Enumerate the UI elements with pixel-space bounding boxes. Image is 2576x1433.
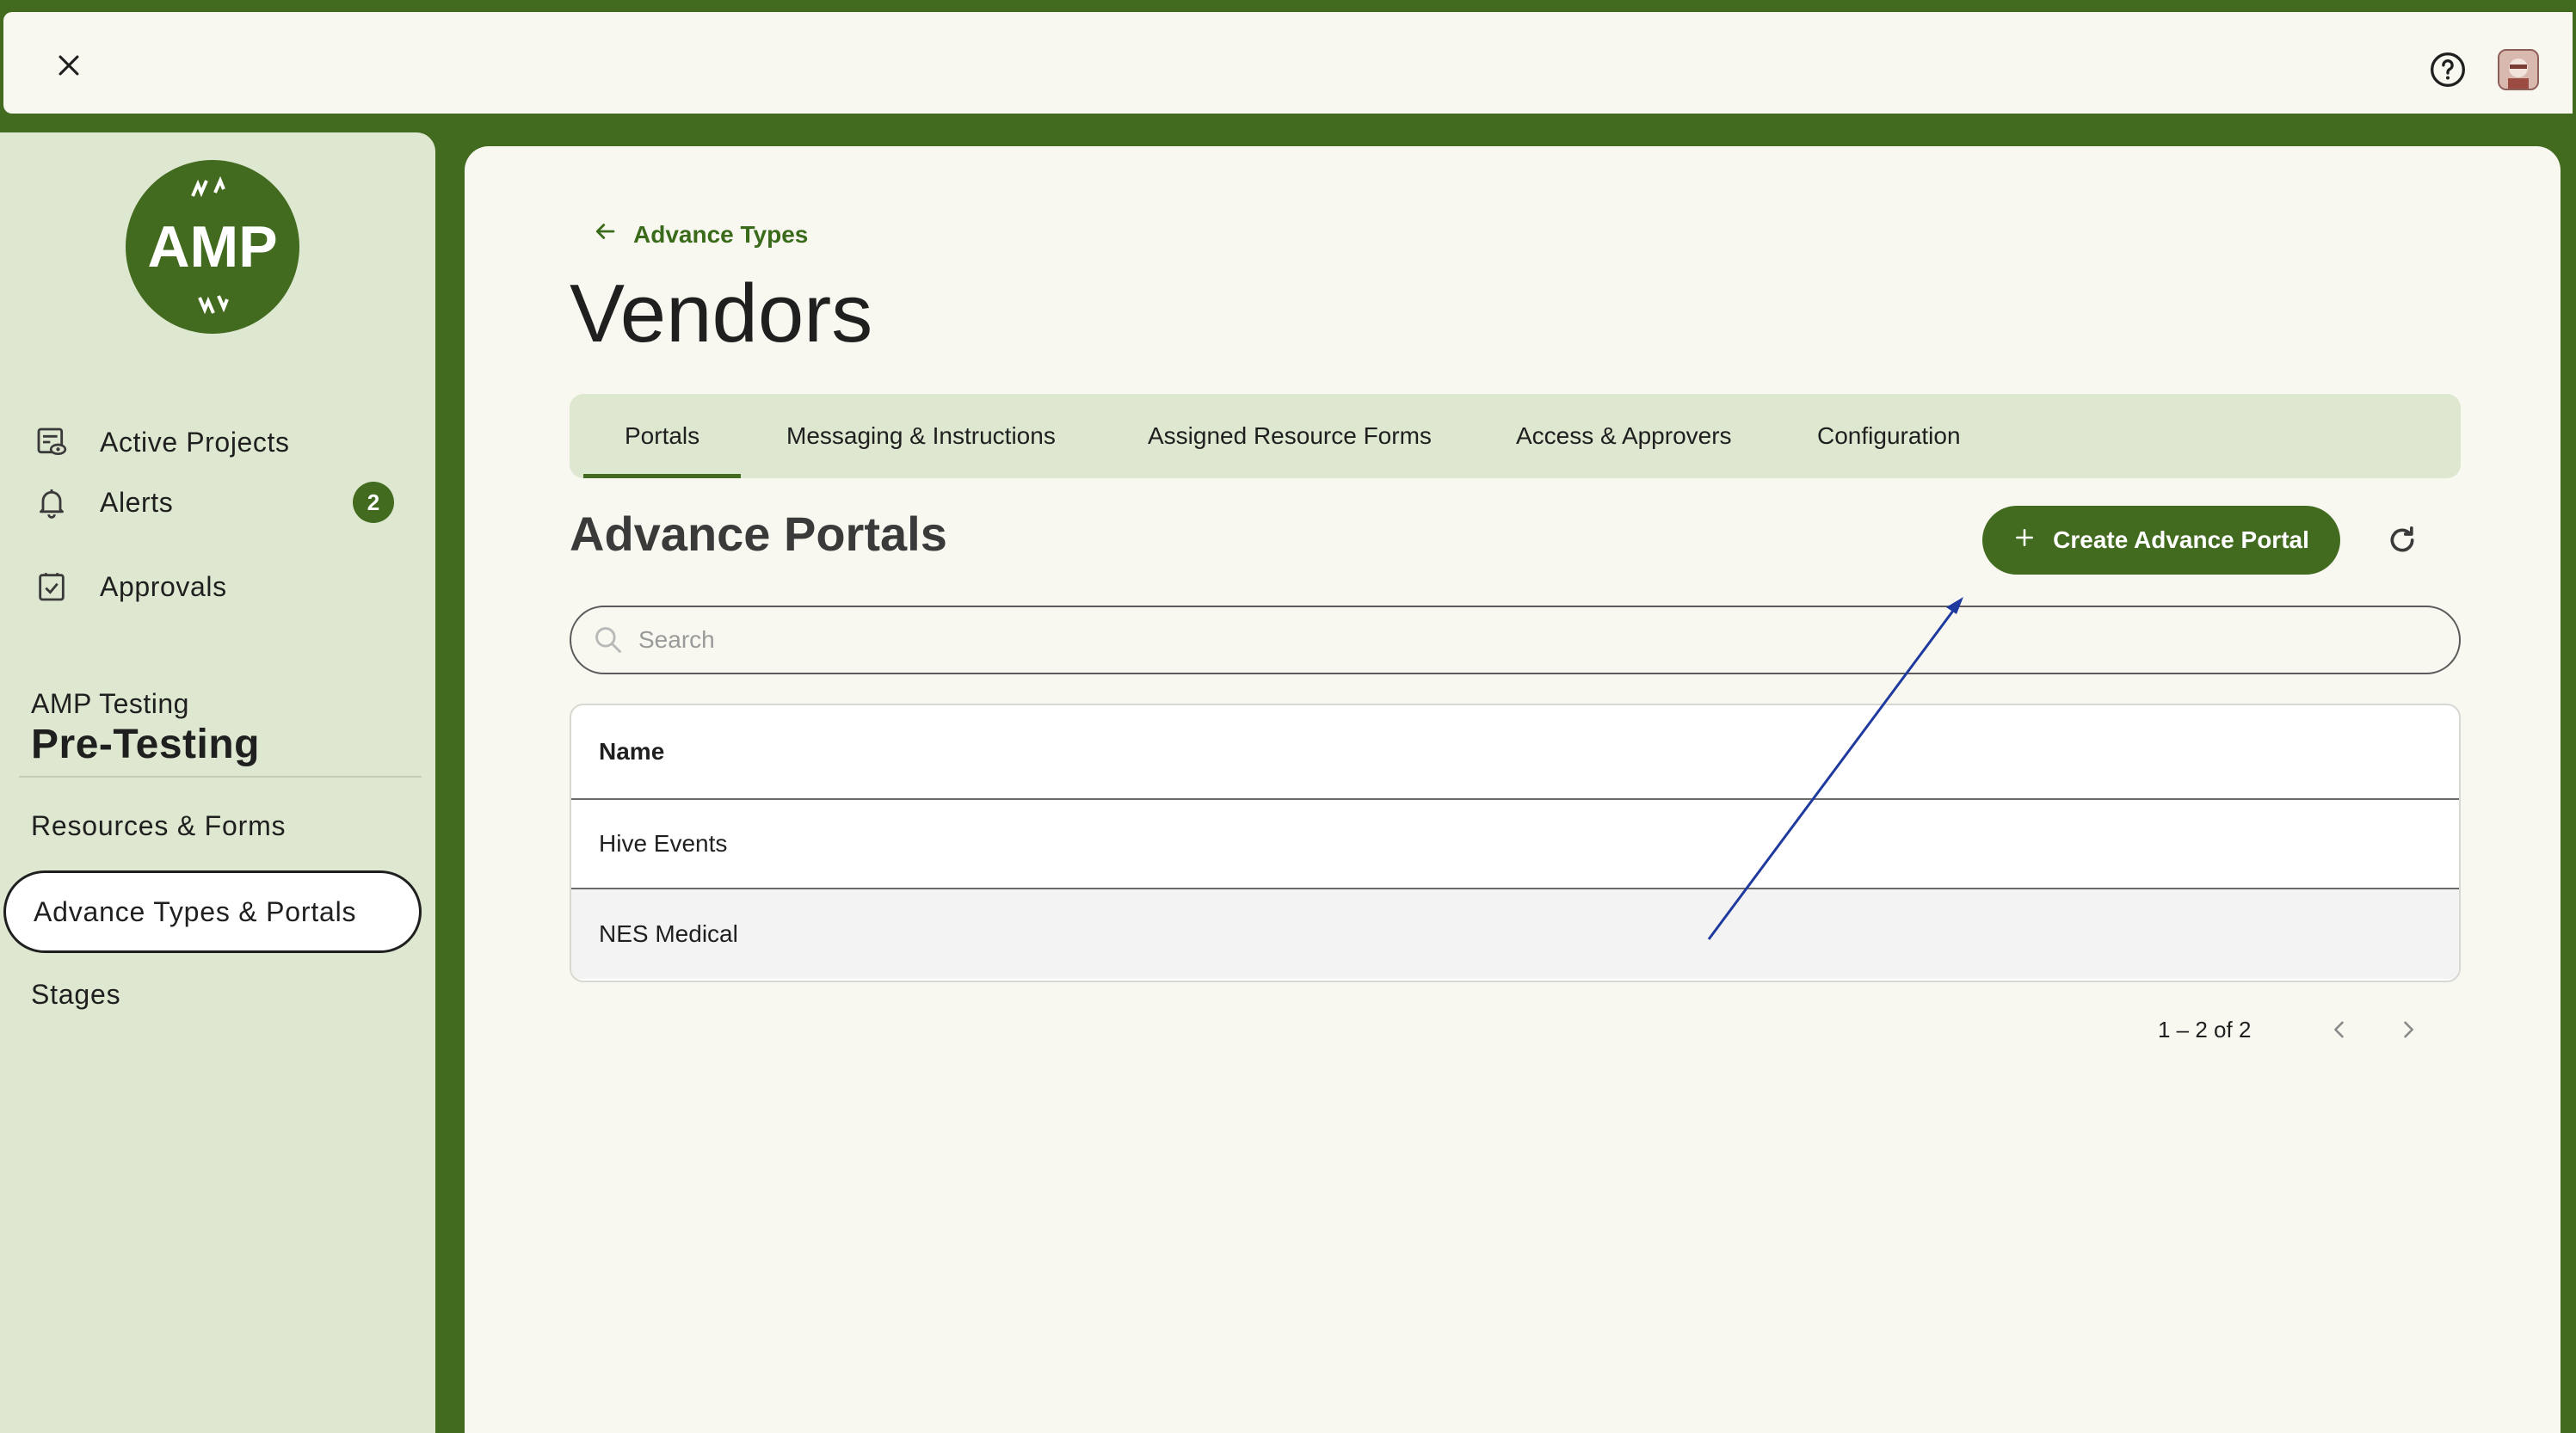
org-label: AMP Testing [31,688,189,719]
logo-graphic: AMP [147,175,278,315]
alerts-count-badge: 2 [353,482,394,523]
search-field[interactable] [570,606,2461,674]
sidebar-item-label: Alerts [100,486,174,518]
help-circle-icon [2431,52,2465,87]
user-avatar-icon [2499,51,2537,89]
search-input[interactable] [638,626,2359,654]
page-title: Vendors [570,268,873,360]
main-panel: Advance Types Vendors Portals Messaging … [465,146,2561,1433]
arrow-left-icon [592,218,618,250]
sidebar-item-active-projects[interactable]: Active Projects [31,416,290,468]
help-button[interactable] [2428,50,2468,89]
chevron-left-icon [2334,1021,2344,1038]
close-icon [59,55,79,76]
refresh-button[interactable] [2380,518,2425,563]
next-page-button[interactable] [2388,1010,2428,1049]
sidebar-divider [19,776,422,778]
table-row[interactable]: NES Medical [571,889,2459,979]
sidebar-item-label: Active Projects [100,426,290,458]
sidebar-item-alerts[interactable]: Alerts [31,477,173,528]
sidebar-item-label: Advance Types & Portals [34,895,357,927]
tab-portals[interactable]: Portals [582,394,742,478]
section-title: Advance Portals [570,507,947,561]
back-link-label: Advance Types [633,220,809,248]
create-button-label: Create Advance Portal [2053,526,2309,553]
table-header-name[interactable]: Name [571,705,2459,800]
tab-messaging-instructions[interactable]: Messaging & Instructions [786,394,1056,478]
chevron-right-icon [2404,1021,2413,1038]
top-bar [3,12,2573,114]
amp-logo[interactable]: AMP [126,160,299,334]
sidebar-item-resources-forms[interactable]: Resources & Forms [31,810,286,842]
close-button[interactable] [46,43,91,88]
sidebar: AMP Active Projects Alerts 2 Approvals A… [0,132,435,1433]
create-advance-portal-button[interactable]: Create Advance Portal [1982,506,2340,575]
tab-access-approvers[interactable]: Access & Approvers [1516,394,1732,478]
table-row[interactable]: Hive Events [571,800,2459,889]
plus-icon [2013,526,2036,555]
search-icon [595,627,621,653]
avatar[interactable] [2498,49,2539,90]
previous-page-button[interactable] [2320,1010,2359,1049]
projects-icon [31,421,72,463]
org-title: Pre-Testing [31,722,260,767]
pagination-range: 1 – 2 of 2 [2158,1017,2252,1042]
sidebar-item-stages[interactable]: Stages [31,979,120,1011]
sidebar-item-approvals[interactable]: Approvals [31,561,227,612]
svg-text:AMP: AMP [147,214,277,280]
tab-bar: Portals Messaging & Instructions Assigne… [570,394,2461,478]
sidebar-item-advance-types-portals[interactable]: Advance Types & Portals [3,870,422,953]
tab-configuration[interactable]: Configuration [1817,394,1961,478]
refresh-icon [2390,526,2414,552]
clipboard-check-icon [31,566,72,607]
tab-assigned-resource-forms[interactable]: Assigned Resource Forms [1148,394,1432,478]
portals-table: Name Hive Events NES Medical [570,704,2461,982]
sidebar-item-label: Approvals [100,570,227,602]
bell-icon [31,482,72,523]
back-link[interactable]: Advance Types [592,218,808,250]
